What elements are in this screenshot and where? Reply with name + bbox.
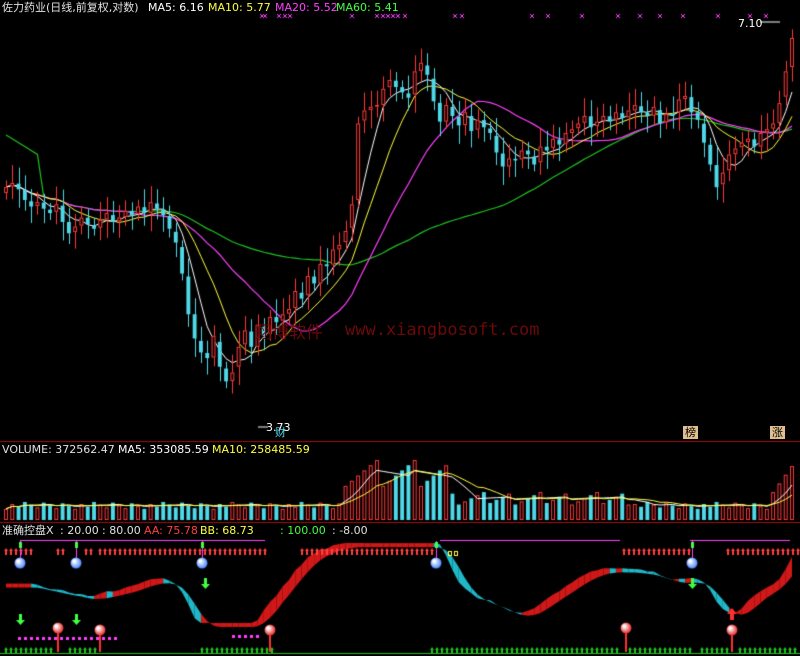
indicator-bb: BB: 68.73 (200, 524, 254, 537)
tag-zhang: 涨 (770, 426, 785, 439)
volume-ma5-label: MA5: 353085.59 (118, 443, 209, 456)
ma5-label: MA5: 6.16 (148, 1, 204, 14)
indicator-aa: AA: 75.78 (144, 524, 198, 537)
watermark-url: www.xiangbosoft.com (345, 320, 540, 340)
high-price-label: 7.10 (738, 17, 763, 30)
indicator-name: 准确控盘X (2, 524, 54, 537)
indicator-v4: : -8.00 (332, 524, 368, 537)
volume-ma10-label: MA10: 258485.59 (212, 443, 310, 456)
ma10-label: MA10: 5.77 (208, 1, 271, 14)
indicator-v3: : 100.00 (280, 524, 326, 537)
tag-bang: 榜 (683, 426, 698, 439)
indicator-v2: : 80.00 (102, 524, 141, 537)
indicator-v1: : 20.00 (60, 524, 99, 537)
ma60-label: MA60: 5.41 (336, 1, 399, 14)
tag-cai: 财 (275, 426, 286, 439)
watermark-cn: 翔博软件 (255, 323, 323, 343)
ma20-label: MA20: 5.52 (275, 1, 338, 14)
main-title: 佐力药业(日线,前复权,对数) (2, 1, 139, 14)
volume-label: VOLUME: 372562.47 (2, 443, 115, 456)
